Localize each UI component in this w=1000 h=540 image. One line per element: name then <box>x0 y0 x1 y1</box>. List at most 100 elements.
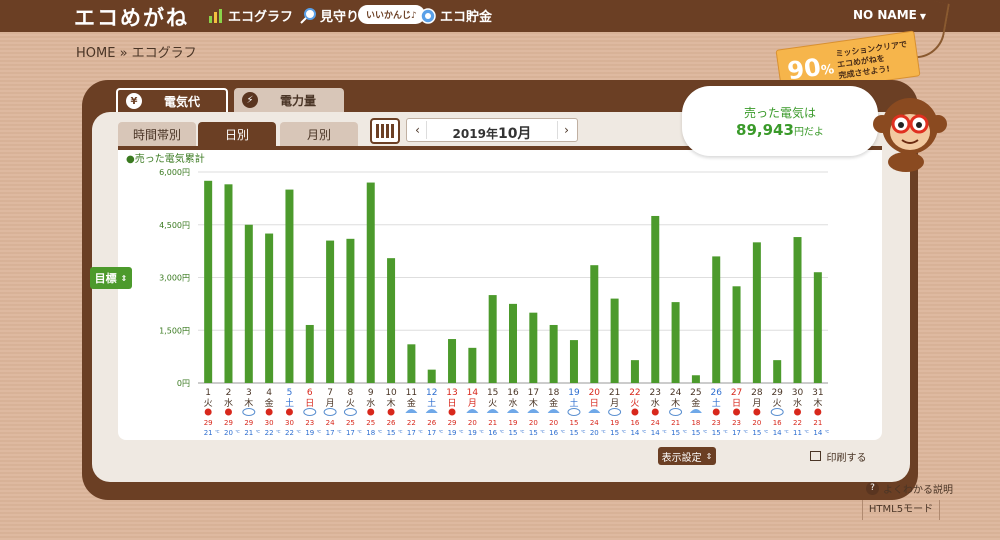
x-tick-label: 3 <box>246 388 252 398</box>
weekday-label: 木 <box>529 397 538 409</box>
temp-unit: ℃ <box>784 429 789 434</box>
bar <box>691 375 700 383</box>
high-temp: 30 <box>285 419 294 427</box>
temp-unit: ℃ <box>642 429 647 434</box>
weekday-label: 月 <box>326 398 335 409</box>
next-month-button[interactable]: › <box>557 121 575 139</box>
cloud-icon <box>323 408 337 416</box>
monkey-mascot-icon <box>866 90 950 174</box>
low-temp: 11 <box>793 429 802 437</box>
goal-label: 目標 <box>94 272 117 285</box>
app-logo[interactable]: エコめがね <box>74 2 189 32</box>
umbrella-icon <box>547 409 560 413</box>
low-temp: 19 <box>468 429 477 437</box>
breadcrumb: HOME » エコグラフ <box>76 46 197 61</box>
x-tick-label: 9 <box>368 388 374 398</box>
tab-label: 電力量 <box>280 93 317 108</box>
umbrella-icon <box>405 409 418 413</box>
bar <box>468 347 477 383</box>
weekday-label: 金 <box>549 397 558 409</box>
low-temp: 15 <box>509 429 518 437</box>
high-temp: 23 <box>712 419 721 427</box>
x-tick-label: 24 <box>670 388 682 398</box>
x-tick-label: 13 <box>446 388 457 398</box>
high-temp: 16 <box>773 419 782 427</box>
help-link[interactable]: ? よくわかる説明 <box>866 481 953 496</box>
temp-unit: ℃ <box>459 429 464 434</box>
temp-unit: ℃ <box>804 429 809 434</box>
display-settings-label: 表示設定 <box>661 452 702 464</box>
nav-eco-savings[interactable]: エコ貯金 <box>420 6 492 25</box>
bar <box>448 339 457 383</box>
goal-select[interactable]: 目標 ⇕ <box>90 267 132 289</box>
print-label: 印刷する <box>826 452 867 464</box>
low-temp: 15 <box>671 429 680 437</box>
weekday-label: 土 <box>712 397 721 409</box>
x-tick-label: 11 <box>406 388 417 398</box>
subtab-daily[interactable]: 日別 <box>198 122 276 146</box>
low-temp: 17 <box>407 429 416 437</box>
lightning-icon: ⚡ <box>242 92 258 108</box>
print-button[interactable]: 印刷する <box>806 447 870 465</box>
subtab-hourly[interactable]: 時間帯別 <box>118 122 196 146</box>
nav-mimamori[interactable]: 見守り <box>300 6 359 25</box>
display-settings-button[interactable]: 表示設定 ⇕ <box>658 447 716 465</box>
cloud-icon <box>770 408 784 416</box>
high-temp: 21 <box>671 419 680 427</box>
x-tick-label: 7 <box>327 388 333 398</box>
sun-icon <box>733 408 741 416</box>
umbrella-icon <box>486 409 499 413</box>
umbrella-icon <box>466 409 479 413</box>
high-temp: 29 <box>204 419 213 427</box>
weekday-label: 日 <box>732 398 741 409</box>
cloud-icon <box>242 408 256 416</box>
x-tick-label: 25 <box>690 388 701 398</box>
html5-mode-button[interactable]: HTML5モード <box>862 500 940 520</box>
bar <box>813 272 822 383</box>
low-temp: 15 <box>752 429 761 437</box>
temp-unit: ℃ <box>662 429 667 434</box>
temp-unit: ℃ <box>377 429 382 434</box>
temp-unit: ℃ <box>418 429 423 434</box>
high-temp: 22 <box>793 419 802 427</box>
low-temp: 17 <box>427 429 436 437</box>
high-temp: 30 <box>265 419 274 427</box>
bar <box>366 182 375 383</box>
temp-unit: ℃ <box>317 429 322 434</box>
month-selector: ‹ 2019年10月 › <box>406 118 578 142</box>
subtab-monthly[interactable]: 月別 <box>280 122 358 146</box>
temp-unit: ℃ <box>215 429 220 434</box>
high-temp: 19 <box>509 419 518 427</box>
high-temp: 23 <box>732 419 741 427</box>
nav-eco-graph[interactable]: エコグラフ <box>208 6 293 25</box>
tab-electricity-amount[interactable]: ⚡ 電力量 <box>234 88 344 112</box>
weekday-label: 水 <box>508 397 517 409</box>
high-temp: 21 <box>488 419 497 427</box>
bar <box>793 237 802 383</box>
weekday-label: 金 <box>691 397 700 409</box>
temp-unit: ℃ <box>540 429 545 434</box>
cloud-icon <box>567 408 581 416</box>
temp-unit: ℃ <box>256 429 261 434</box>
bar <box>346 238 355 383</box>
bar <box>630 360 639 383</box>
sun-icon <box>794 408 802 416</box>
calendar-icon[interactable] <box>370 118 400 144</box>
bar <box>773 360 782 383</box>
y-tick-label: 6,000円 <box>159 168 190 177</box>
low-temp: 15 <box>712 429 721 437</box>
sold-unit: 円だよ <box>793 127 824 138</box>
high-temp: 25 <box>366 419 375 427</box>
bar <box>509 303 517 383</box>
temp-unit: ℃ <box>581 429 586 434</box>
prev-month-button[interactable]: ‹ <box>409 121 427 139</box>
tab-electricity-cost[interactable]: ¥ 電気代 <box>116 88 228 112</box>
bar <box>305 324 314 383</box>
high-temp: 19 <box>610 419 619 427</box>
temp-unit: ℃ <box>479 429 484 434</box>
high-temp: 29 <box>224 419 233 427</box>
low-temp: 15 <box>570 429 579 437</box>
x-tick-label: 14 <box>467 388 479 398</box>
low-temp: 22 <box>265 429 274 437</box>
weekday-label: 木 <box>244 397 253 409</box>
